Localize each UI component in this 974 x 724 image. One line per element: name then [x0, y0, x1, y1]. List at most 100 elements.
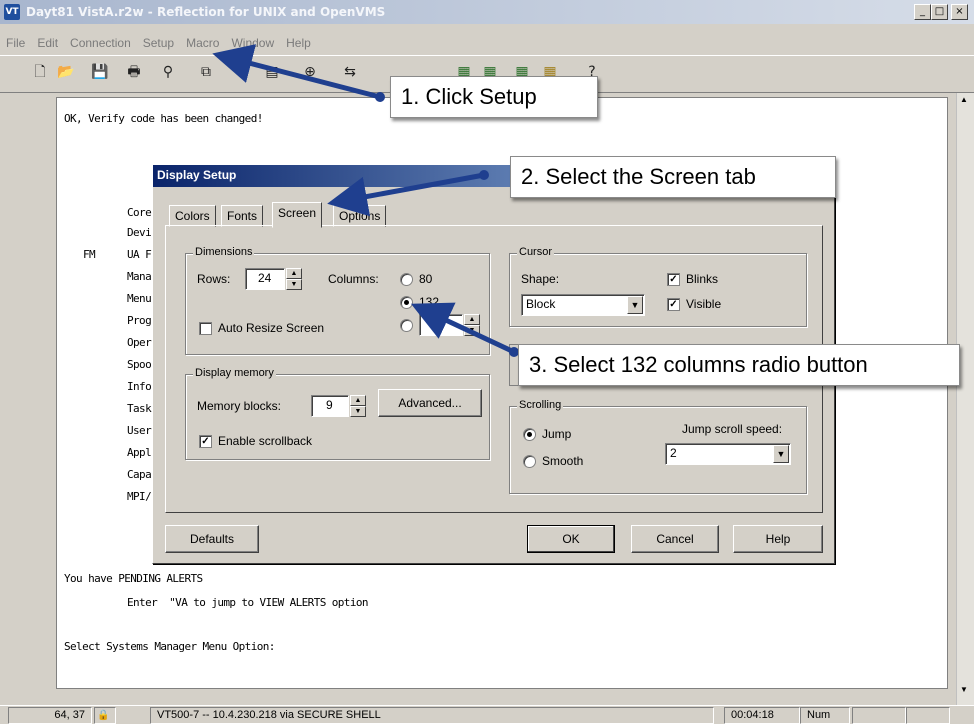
callout-step-3: 3. Select 132 columns radio button: [518, 344, 960, 386]
status-bar: 64, 37 🔒 VT500-7 -- 10.4.230.218 via SEC…: [0, 705, 974, 724]
app-icon[interactable]: VT: [4, 4, 20, 20]
chevron-down-icon[interactable]: ▼: [773, 445, 789, 463]
dialog-title: Display Setup: [157, 168, 237, 182]
help-button[interactable]: Help: [733, 525, 823, 553]
menu-edit[interactable]: Edit: [31, 32, 64, 54]
lock-icon: 🔒: [94, 707, 116, 724]
close-button[interactable]: ×: [951, 4, 968, 20]
terminal-line: Appl: [127, 446, 152, 459]
terminal-line: Task: [127, 402, 152, 415]
terminal-line: UA F: [127, 248, 152, 261]
new-document-icon[interactable]: 🗋: [30, 62, 50, 82]
terminal-line: Info: [127, 380, 152, 393]
blinks-label: Blinks: [686, 272, 719, 286]
dimensions-label: Dimensions: [193, 246, 255, 258]
cursor-group: Cursor Shape: Block ▼ ✓ Blinks ✓ Visible: [509, 246, 807, 327]
enable-scrollback-checkbox[interactable]: ✓: [199, 435, 212, 448]
num-lock-indicator: Num: [800, 707, 850, 724]
ok-button[interactable]: OK: [527, 525, 615, 553]
terminal-line: Oper: [127, 336, 152, 349]
terminal-line: You have PENDING ALERTS: [64, 572, 203, 585]
columns-custom-radio[interactable]: [400, 319, 413, 332]
jump-radio[interactable]: [523, 428, 536, 441]
rows-down-button[interactable]: ▼: [286, 279, 302, 290]
tab-fonts[interactable]: Fonts: [221, 205, 264, 227]
terminal-line: Devi: [127, 226, 152, 239]
terminal-line: Spoo: [127, 358, 152, 371]
rows-up-button[interactable]: ▲: [286, 268, 302, 279]
terminal-prompt: Select Systems Manager Menu Option:: [64, 640, 275, 653]
menu-window[interactable]: Window: [225, 32, 280, 54]
status-panel: [906, 707, 950, 724]
callout-step-1: 1. Click Setup: [390, 76, 598, 118]
find-icon[interactable]: ⚲: [158, 62, 178, 82]
advanced-button[interactable]: Advanced...: [378, 389, 482, 417]
tab-options[interactable]: Options: [333, 205, 387, 227]
enable-scrollback-label: Enable scrollback: [218, 434, 313, 448]
terminal-line: Core: [127, 206, 152, 219]
menu-file[interactable]: File: [0, 32, 31, 54]
connect-icon[interactable]: ⊕: [300, 62, 320, 82]
print-icon[interactable]: 🖶: [124, 62, 144, 82]
dimensions-group: Dimensions Rows: 24 ▲ ▼ Columns: 80 132 …: [185, 246, 490, 355]
menu-macro[interactable]: Macro: [180, 32, 225, 54]
callout-step-2: 2. Select the Screen tab: [510, 156, 836, 198]
chevron-down-icon[interactable]: ▼: [627, 296, 643, 314]
terminal-line: Enter "VA to jump to VIEW ALERTS option: [127, 596, 369, 609]
vertical-scrollbar[interactable]: ▲ ▼: [956, 93, 974, 705]
columns-132-radio[interactable]: [400, 296, 413, 309]
paste-icon[interactable]: ▤: [262, 62, 282, 82]
menu-bar: File Edit Connection Setup Macro Window Help: [0, 32, 317, 54]
auto-resize-checkbox[interactable]: [199, 322, 212, 335]
terminal-line: Prog: [127, 314, 152, 327]
visible-checkbox[interactable]: ✓: [667, 298, 680, 311]
columns-80-radio[interactable]: [400, 273, 413, 286]
jump-scroll-speed-label: Jump scroll speed:: [682, 422, 783, 436]
tab-screen[interactable]: Screen: [272, 202, 323, 228]
scrolling-group: Scrolling Jump scroll speed: Jump Smooth…: [509, 399, 807, 494]
open-folder-icon[interactable]: 📂: [56, 62, 76, 82]
rows-label: Rows:: [197, 272, 231, 286]
rows-input[interactable]: 24: [245, 268, 285, 290]
columns-up-button[interactable]: ▲: [464, 314, 480, 325]
cursor-label: Cursor: [517, 246, 555, 258]
smooth-radio[interactable]: [523, 455, 536, 468]
memory-up-button[interactable]: ▲: [350, 395, 366, 406]
copy-icon[interactable]: ⧉: [196, 62, 216, 82]
memory-blocks-input[interactable]: 9: [311, 395, 349, 417]
terminal-line: Mana: [127, 270, 152, 283]
scroll-up-icon[interactable]: ▲: [960, 95, 968, 104]
memory-down-button[interactable]: ▼: [350, 406, 366, 417]
defaults-button[interactable]: Defaults: [165, 525, 259, 553]
auto-resize-label: Auto Resize Screen: [218, 321, 325, 335]
menu-connection[interactable]: Connection: [64, 32, 137, 54]
display-memory-group: Display memory Memory blocks: 9 ▲ ▼ Adva…: [185, 367, 490, 460]
maximize-button[interactable]: □: [931, 4, 948, 20]
terminal-line: User: [127, 424, 152, 437]
minimize-button[interactable]: _: [914, 4, 931, 20]
cursor-position: 64, 37: [8, 707, 92, 724]
connection-status: VT500-7 -- 10.4.230.218 via SECURE SHELL: [150, 707, 714, 724]
window-title-bar[interactable]: VT Dayt81 VistA.r2w - Reflection for UNI…: [0, 0, 974, 24]
columns-down-button[interactable]: ▼: [464, 325, 480, 336]
save-icon[interactable]: 💾: [90, 62, 110, 82]
smooth-label: Smooth: [542, 454, 584, 468]
terminal-line: OK, Verify code has been changed!: [64, 112, 263, 125]
menu-setup[interactable]: Setup: [137, 32, 180, 54]
memory-blocks-label: Memory blocks:: [197, 399, 282, 413]
cancel-button[interactable]: Cancel: [631, 525, 719, 553]
columns-label: Columns:: [328, 272, 379, 286]
blinks-checkbox[interactable]: ✓: [667, 273, 680, 286]
terminal-line: MPI/: [127, 490, 152, 503]
tab-colors[interactable]: Colors: [169, 205, 216, 227]
visible-label: Visible: [686, 297, 722, 311]
session-timer: 00:04:18: [724, 707, 800, 724]
menu-help[interactable]: Help: [280, 32, 317, 54]
custom-columns-input[interactable]: [419, 314, 463, 336]
scroll-down-icon[interactable]: ▼: [960, 685, 968, 694]
columns-80-label: 80: [419, 272, 433, 286]
jump-label: Jump: [542, 427, 572, 441]
transfer-icon[interactable]: ⇆: [340, 62, 360, 82]
columns-132-label: 132: [419, 295, 440, 309]
scrolling-label: Scrolling: [517, 399, 564, 411]
